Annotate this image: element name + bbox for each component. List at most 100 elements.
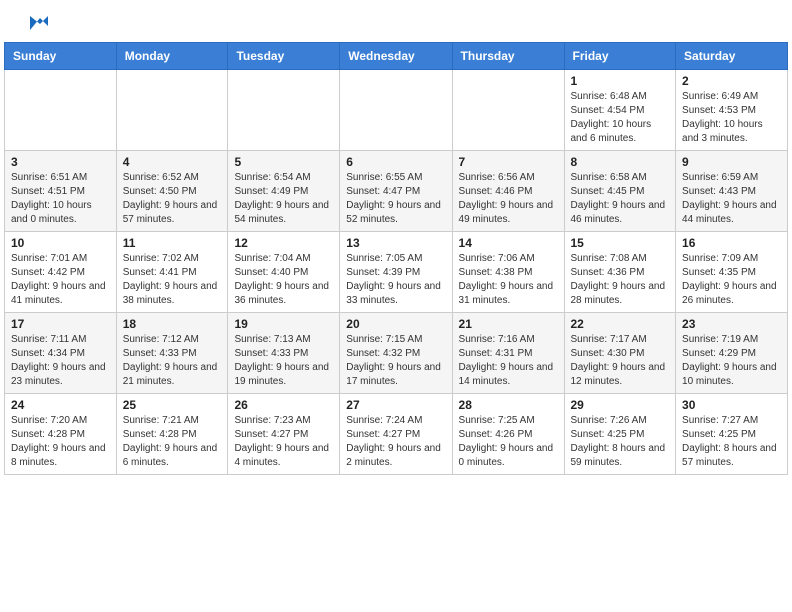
- day-number: 23: [682, 317, 781, 331]
- logo: [24, 16, 48, 34]
- day-number: 16: [682, 236, 781, 250]
- calendar-cell: [452, 70, 564, 151]
- day-info: Sunrise: 7:09 AMSunset: 4:35 PMDaylight:…: [682, 252, 781, 308]
- calendar-cell: 28 Sunrise: 7:25 AMSunset: 4:26 PMDayligh…: [452, 394, 564, 475]
- calendar-cell: 18Sunrise: 7:12 AMSunset: 4:33 PMDayligh…: [116, 313, 228, 394]
- day-info: Sunrise: 7:19 AMSunset: 4:29 PMDaylight:…: [682, 333, 781, 389]
- day-info: Sunrise: 7:12 AMSunset: 4:33 PMDaylight:…: [123, 333, 222, 389]
- calendar-cell: 4 Sunrise: 6:52 AMSunset: 4:50 PMDaylight…: [116, 151, 228, 232]
- col-header-tuesday: Tuesday: [228, 43, 340, 70]
- day-number: 2: [682, 74, 781, 88]
- day-info: Sunrise: 7:23 AMSunset: 4:27 PMDaylight:…: [234, 414, 333, 470]
- day-number: 10: [11, 236, 110, 250]
- calendar-cell: 13 Sunrise: 7:05 AMSunset: 4:39 PMDayligh…: [340, 232, 452, 313]
- calendar-cell: 6 Sunrise: 6:55 AMSunset: 4:47 PMDaylight…: [340, 151, 452, 232]
- calendar-cell: 2 Sunrise: 6:49 AMSunset: 4:53 PMDaylight…: [676, 70, 788, 151]
- day-info: Sunrise: 6:56 AMSunset: 4:46 PMDaylight:…: [459, 171, 558, 227]
- day-number: 5: [234, 155, 333, 169]
- calendar-cell: [116, 70, 228, 151]
- day-number: 17: [11, 317, 110, 331]
- day-info: Sunrise: 6:51 AMSunset: 4:51 PMDaylight:…: [11, 171, 110, 227]
- day-number: 15: [571, 236, 670, 250]
- day-number: 28: [459, 398, 558, 412]
- day-info: Sunrise: 6:54 AMSunset: 4:49 PMDaylight:…: [234, 171, 333, 227]
- day-info: Sunrise: 7:08 AMSunset: 4:36 PMDaylight:…: [571, 252, 670, 308]
- day-info: Sunrise: 7:05 AMSunset: 4:39 PMDaylight:…: [346, 252, 445, 308]
- day-info: Sunrise: 7:21 AMSunset: 4:28 PMDaylight:…: [123, 414, 222, 470]
- calendar-cell: 15 Sunrise: 7:08 AMSunset: 4:36 PMDayligh…: [564, 232, 676, 313]
- calendar-cell: 26 Sunrise: 7:23 AMSunset: 4:27 PMDayligh…: [228, 394, 340, 475]
- col-header-monday: Monday: [116, 43, 228, 70]
- calendar-cell: 23 Sunrise: 7:19 AMSunset: 4:29 PMDayligh…: [676, 313, 788, 394]
- day-number: 8: [571, 155, 670, 169]
- calendar-week-row: 1Sunrise: 6:48 AMSunset: 4:54 PMDaylight…: [5, 70, 788, 151]
- calendar-cell: 5 Sunrise: 6:54 AMSunset: 4:49 PMDaylight…: [228, 151, 340, 232]
- day-number: 9: [682, 155, 781, 169]
- day-info: Sunrise: 7:13 AMSunset: 4:33 PMDaylight:…: [234, 333, 333, 389]
- calendar-cell: [228, 70, 340, 151]
- calendar-table: SundayMondayTuesdayWednesdayThursdayFrid…: [4, 42, 788, 475]
- day-number: 19: [234, 317, 333, 331]
- day-info: Sunrise: 6:59 AMSunset: 4:43 PMDaylight:…: [682, 171, 781, 227]
- day-info: Sunrise: 7:04 AMSunset: 4:40 PMDaylight:…: [234, 252, 333, 308]
- day-info: Sunrise: 7:17 AMSunset: 4:30 PMDaylight:…: [571, 333, 670, 389]
- day-info: Sunrise: 7:26 AMSunset: 4:25 PMDaylight:…: [571, 414, 670, 470]
- page-header: [4, 0, 788, 42]
- logo-icon: [26, 12, 48, 34]
- day-number: 14: [459, 236, 558, 250]
- calendar-week-row: 10 Sunrise: 7:01 AMSunset: 4:42 PMDayligh…: [5, 232, 788, 313]
- day-number: 26: [234, 398, 333, 412]
- calendar-cell: [5, 70, 117, 151]
- calendar-cell: 8 Sunrise: 6:58 AMSunset: 4:45 PMDaylight…: [564, 151, 676, 232]
- day-number: 12: [234, 236, 333, 250]
- calendar-cell: 11 Sunrise: 7:02 AMSunset: 4:41 PMDayligh…: [116, 232, 228, 313]
- calendar-cell: 21Sunrise: 7:16 AMSunset: 4:31 PMDayligh…: [452, 313, 564, 394]
- day-number: 20: [346, 317, 445, 331]
- day-info: Sunrise: 7:16 AMSunset: 4:31 PMDaylight:…: [459, 333, 558, 389]
- day-number: 3: [11, 155, 110, 169]
- day-number: 29: [571, 398, 670, 412]
- day-number: 7: [459, 155, 558, 169]
- day-info: Sunrise: 6:49 AMSunset: 4:53 PMDaylight:…: [682, 90, 781, 146]
- calendar-cell: 1Sunrise: 6:48 AMSunset: 4:54 PMDaylight…: [564, 70, 676, 151]
- day-number: 27: [346, 398, 445, 412]
- day-info: Sunrise: 7:11 AMSunset: 4:34 PMDaylight:…: [11, 333, 110, 389]
- calendar-cell: 22 Sunrise: 7:17 AMSunset: 4:30 PMDayligh…: [564, 313, 676, 394]
- calendar-week-row: 24 Sunrise: 7:20 AMSunset: 4:28 PMDayligh…: [5, 394, 788, 475]
- calendar-cell: 7 Sunrise: 6:56 AMSunset: 4:46 PMDaylight…: [452, 151, 564, 232]
- day-number: 24: [11, 398, 110, 412]
- calendar-week-row: 3 Sunrise: 6:51 AMSunset: 4:51 PMDaylight…: [5, 151, 788, 232]
- day-number: 11: [123, 236, 222, 250]
- col-header-sunday: Sunday: [5, 43, 117, 70]
- day-number: 22: [571, 317, 670, 331]
- day-number: 6: [346, 155, 445, 169]
- day-info: Sunrise: 7:01 AMSunset: 4:42 PMDaylight:…: [11, 252, 110, 308]
- calendar-cell: [340, 70, 452, 151]
- calendar-cell: 24 Sunrise: 7:20 AMSunset: 4:28 PMDayligh…: [5, 394, 117, 475]
- calendar-cell: 9 Sunrise: 6:59 AMSunset: 4:43 PMDaylight…: [676, 151, 788, 232]
- day-number: 4: [123, 155, 222, 169]
- day-number: 13: [346, 236, 445, 250]
- col-header-friday: Friday: [564, 43, 676, 70]
- calendar-cell: 19 Sunrise: 7:13 AMSunset: 4:33 PMDayligh…: [228, 313, 340, 394]
- day-info: Sunrise: 6:52 AMSunset: 4:50 PMDaylight:…: [123, 171, 222, 227]
- day-info: Sunrise: 7:06 AMSunset: 4:38 PMDaylight:…: [459, 252, 558, 308]
- day-info: Sunrise: 6:58 AMSunset: 4:45 PMDaylight:…: [571, 171, 670, 227]
- calendar-week-row: 17 Sunrise: 7:11 AMSunset: 4:34 PMDayligh…: [5, 313, 788, 394]
- calendar-cell: 17 Sunrise: 7:11 AMSunset: 4:34 PMDayligh…: [5, 313, 117, 394]
- day-info: Sunrise: 7:24 AMSunset: 4:27 PMDaylight:…: [346, 414, 445, 470]
- calendar-cell: 10 Sunrise: 7:01 AMSunset: 4:42 PMDayligh…: [5, 232, 117, 313]
- col-header-wednesday: Wednesday: [340, 43, 452, 70]
- day-info: Sunrise: 7:25 AMSunset: 4:26 PMDaylight:…: [459, 414, 558, 470]
- calendar-cell: 29 Sunrise: 7:26 AMSunset: 4:25 PMDayligh…: [564, 394, 676, 475]
- col-header-saturday: Saturday: [676, 43, 788, 70]
- calendar-cell: 20Sunrise: 7:15 AMSunset: 4:32 PMDayligh…: [340, 313, 452, 394]
- day-number: 25: [123, 398, 222, 412]
- day-info: Sunrise: 7:02 AMSunset: 4:41 PMDaylight:…: [123, 252, 222, 308]
- day-info: Sunrise: 7:27 AMSunset: 4:25 PMDaylight:…: [682, 414, 781, 470]
- calendar-cell: 3 Sunrise: 6:51 AMSunset: 4:51 PMDaylight…: [5, 151, 117, 232]
- day-info: Sunrise: 6:55 AMSunset: 4:47 PMDaylight:…: [346, 171, 445, 227]
- calendar-cell: 16 Sunrise: 7:09 AMSunset: 4:35 PMDayligh…: [676, 232, 788, 313]
- day-info: Sunrise: 7:20 AMSunset: 4:28 PMDaylight:…: [11, 414, 110, 470]
- day-info: Sunrise: 6:48 AMSunset: 4:54 PMDaylight:…: [571, 90, 670, 146]
